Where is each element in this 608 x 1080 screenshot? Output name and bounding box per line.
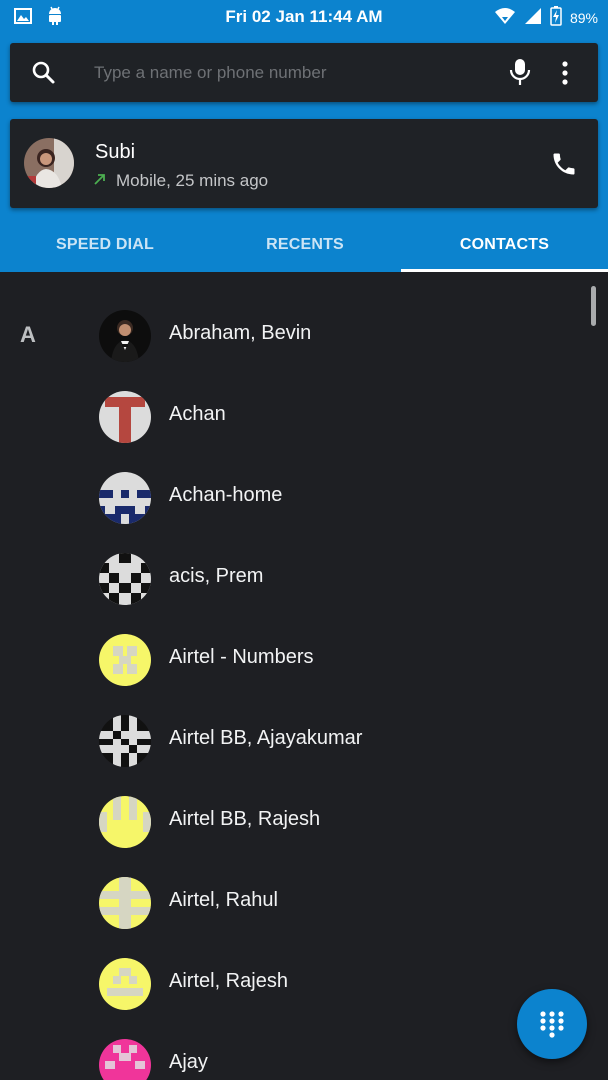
signal-icon xyxy=(524,7,542,28)
tab-recents[interactable]: RECENTS xyxy=(204,224,406,272)
contact-name: Abraham, Bevin xyxy=(169,322,312,344)
list-item[interactable]: Achan xyxy=(0,379,600,460)
dialpad-button[interactable] xyxy=(517,989,587,1059)
search-input[interactable]: Type a name or phone number xyxy=(94,63,326,83)
recent-call-detail: Mobile, 25 mins ago xyxy=(116,171,269,190)
search-bar[interactable]: Type a name or phone number xyxy=(10,43,598,102)
contact-name: Achan-home xyxy=(169,484,283,506)
tab-contacts[interactable]: CONTACTS xyxy=(401,224,608,272)
avatar xyxy=(24,138,74,188)
contact-name: Airtel, Rahul xyxy=(169,889,278,911)
avatar xyxy=(99,634,151,686)
list-item[interactable]: Airtel, Rajesh xyxy=(0,946,600,1027)
dialpad-icon xyxy=(540,1011,564,1038)
avatar xyxy=(99,472,151,524)
recent-call-card[interactable]: Subi Mobile, 25 mins ago xyxy=(10,119,598,208)
contact-name: Airtel BB, Rajesh xyxy=(169,808,321,830)
avatar xyxy=(99,958,151,1010)
list-item[interactable]: Achan-home xyxy=(0,460,600,541)
list-item[interactable]: Airtel BB, Ajayakumar xyxy=(0,703,600,784)
outgoing-call-icon xyxy=(92,171,108,187)
recent-contact-name: Subi xyxy=(95,141,136,163)
avatar xyxy=(99,877,151,929)
contact-name: Airtel, Rajesh xyxy=(169,970,288,992)
contact-name: Airtel - Numbers xyxy=(169,646,314,668)
contact-name: Ajay xyxy=(169,1051,208,1073)
avatar xyxy=(99,796,151,848)
list-item[interactable]: Abraham, Bevin xyxy=(0,298,600,379)
contact-name: Achan xyxy=(169,403,226,425)
mic-icon[interactable] xyxy=(507,57,533,87)
contact-list[interactable]: A Abraham, Bevin Achan Achan-home acis, … xyxy=(0,272,608,1080)
battery-level: 89% xyxy=(569,9,598,26)
wifi-icon xyxy=(494,7,516,28)
battery-charging-icon xyxy=(550,6,562,29)
phone-icon[interactable] xyxy=(550,150,578,178)
status-bar: Fri 02 Jan 11:44 AM 89% xyxy=(0,0,608,33)
tab-bar: SPEED DIAL RECENTS CONTACTS xyxy=(0,224,608,272)
list-item[interactable]: Ajay xyxy=(0,1027,600,1080)
list-item[interactable]: acis, Prem xyxy=(0,541,600,622)
list-item[interactable]: Airtel, Rahul xyxy=(0,865,600,946)
status-system-icons: 89% xyxy=(494,6,598,29)
list-item[interactable]: Airtel BB, Rajesh xyxy=(0,784,600,865)
avatar xyxy=(99,1039,151,1080)
search-icon[interactable] xyxy=(30,59,58,87)
avatar xyxy=(99,310,151,362)
avatar xyxy=(99,553,151,605)
list-item[interactable]: Airtel - Numbers xyxy=(0,622,600,703)
dialer-header: Type a name or phone number Subi Mobile,… xyxy=(0,33,608,272)
tab-speed-dial[interactable]: SPEED DIAL xyxy=(4,224,206,272)
contact-name: acis, Prem xyxy=(169,565,264,587)
avatar xyxy=(99,391,151,443)
more-options-icon[interactable] xyxy=(558,59,572,87)
avatar xyxy=(99,715,151,767)
contact-name: Airtel BB, Ajayakumar xyxy=(169,727,363,749)
